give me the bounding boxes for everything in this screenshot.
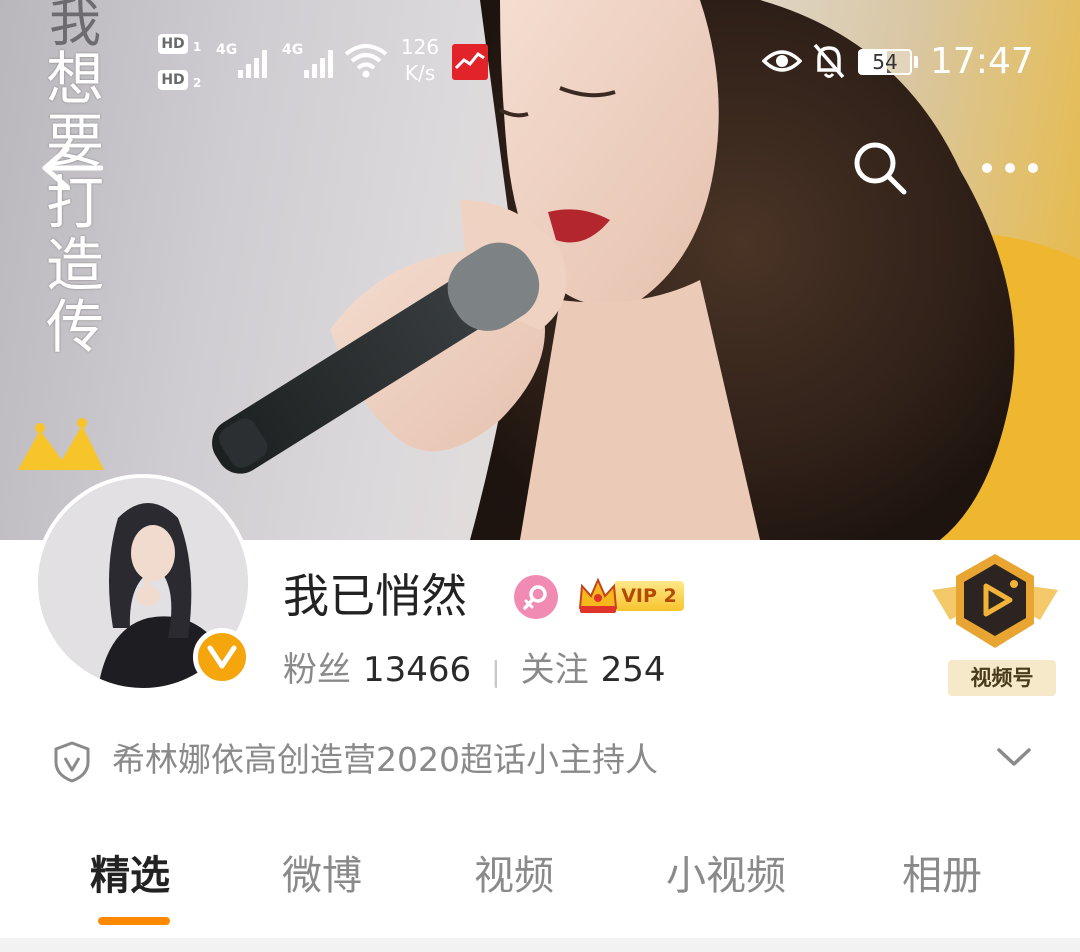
username: 我已悄然 [283, 569, 467, 623]
profile-intro[interactable]: 希林娜依高创造营2020超话小主持人 [52, 732, 1052, 788]
video-channel-label: 视频号 [948, 660, 1056, 696]
profile-stats: 粉丝 13466 | 关注 254 [283, 646, 666, 696]
net-speed-value: 126 [400, 35, 440, 59]
net-speed: 126 K/s [398, 34, 442, 86]
vip-label: VIP 2 [614, 581, 684, 611]
back-button[interactable] [30, 128, 110, 208]
intro-text: 希林娜依高创造营2020超话小主持人 [112, 740, 658, 779]
eye-icon [762, 50, 802, 72]
hd2-icon: HD [158, 70, 188, 90]
app-notification-icon [452, 44, 488, 80]
hd2-sub: 2 [193, 76, 202, 90]
active-tab-indicator [98, 917, 170, 925]
tab-short-videos[interactable]: 小视频 [666, 848, 786, 904]
signal1-label: 4G [216, 42, 238, 58]
content-divider [0, 938, 1080, 952]
tab-weibo[interactable]: 微博 [282, 848, 362, 904]
back-arrow-icon [42, 146, 103, 190]
net-speed-unit: K/s [404, 61, 436, 85]
hd1-sub: 1 [193, 40, 202, 54]
following-label: 关注 [520, 650, 589, 690]
fans-count: 13466 [363, 650, 472, 690]
battery-icon: 54 [858, 49, 912, 75]
wifi-icon [344, 44, 388, 78]
tab-featured[interactable]: 精选 [90, 848, 170, 904]
search-icon [854, 142, 907, 195]
stats-separator: | [491, 655, 501, 688]
hd1-icon: HD [158, 34, 188, 54]
cover-text-char: 造 [45, 231, 104, 299]
signal-icon [238, 48, 267, 78]
female-gender-icon [514, 575, 558, 619]
vip-badge[interactable]: VIP 2 [576, 574, 686, 616]
chevron-down-icon[interactable] [996, 746, 1032, 768]
fans-label: 粉丝 [283, 650, 351, 690]
battery-tip [914, 56, 918, 68]
search-button[interactable] [840, 128, 920, 208]
following-count: 254 [600, 650, 666, 690]
tab-album[interactable]: 相册 [902, 848, 982, 904]
fans-stat[interactable]: 粉丝 13466 [283, 650, 471, 690]
verified-badge [193, 628, 251, 686]
more-button[interactable] [970, 128, 1050, 208]
more-icon [982, 163, 1038, 173]
mute-bell-icon [813, 43, 845, 79]
shield-icon [54, 741, 90, 783]
signal-icon [304, 48, 333, 78]
video-channel-icon [932, 554, 1058, 648]
status-bar: HD 1 HD 2 4G 4G 126 K/s 54 17:47 [0, 30, 1080, 100]
signal2-label: 4G [282, 42, 304, 58]
following-stat[interactable]: 关注 254 [521, 650, 666, 690]
clock: 17:47 [930, 41, 1034, 82]
vip-crown-icon [578, 577, 618, 613]
verified-v-icon [207, 645, 237, 669]
cover-text-char: 传 [45, 293, 104, 361]
tab-videos[interactable]: 视频 [474, 848, 554, 904]
